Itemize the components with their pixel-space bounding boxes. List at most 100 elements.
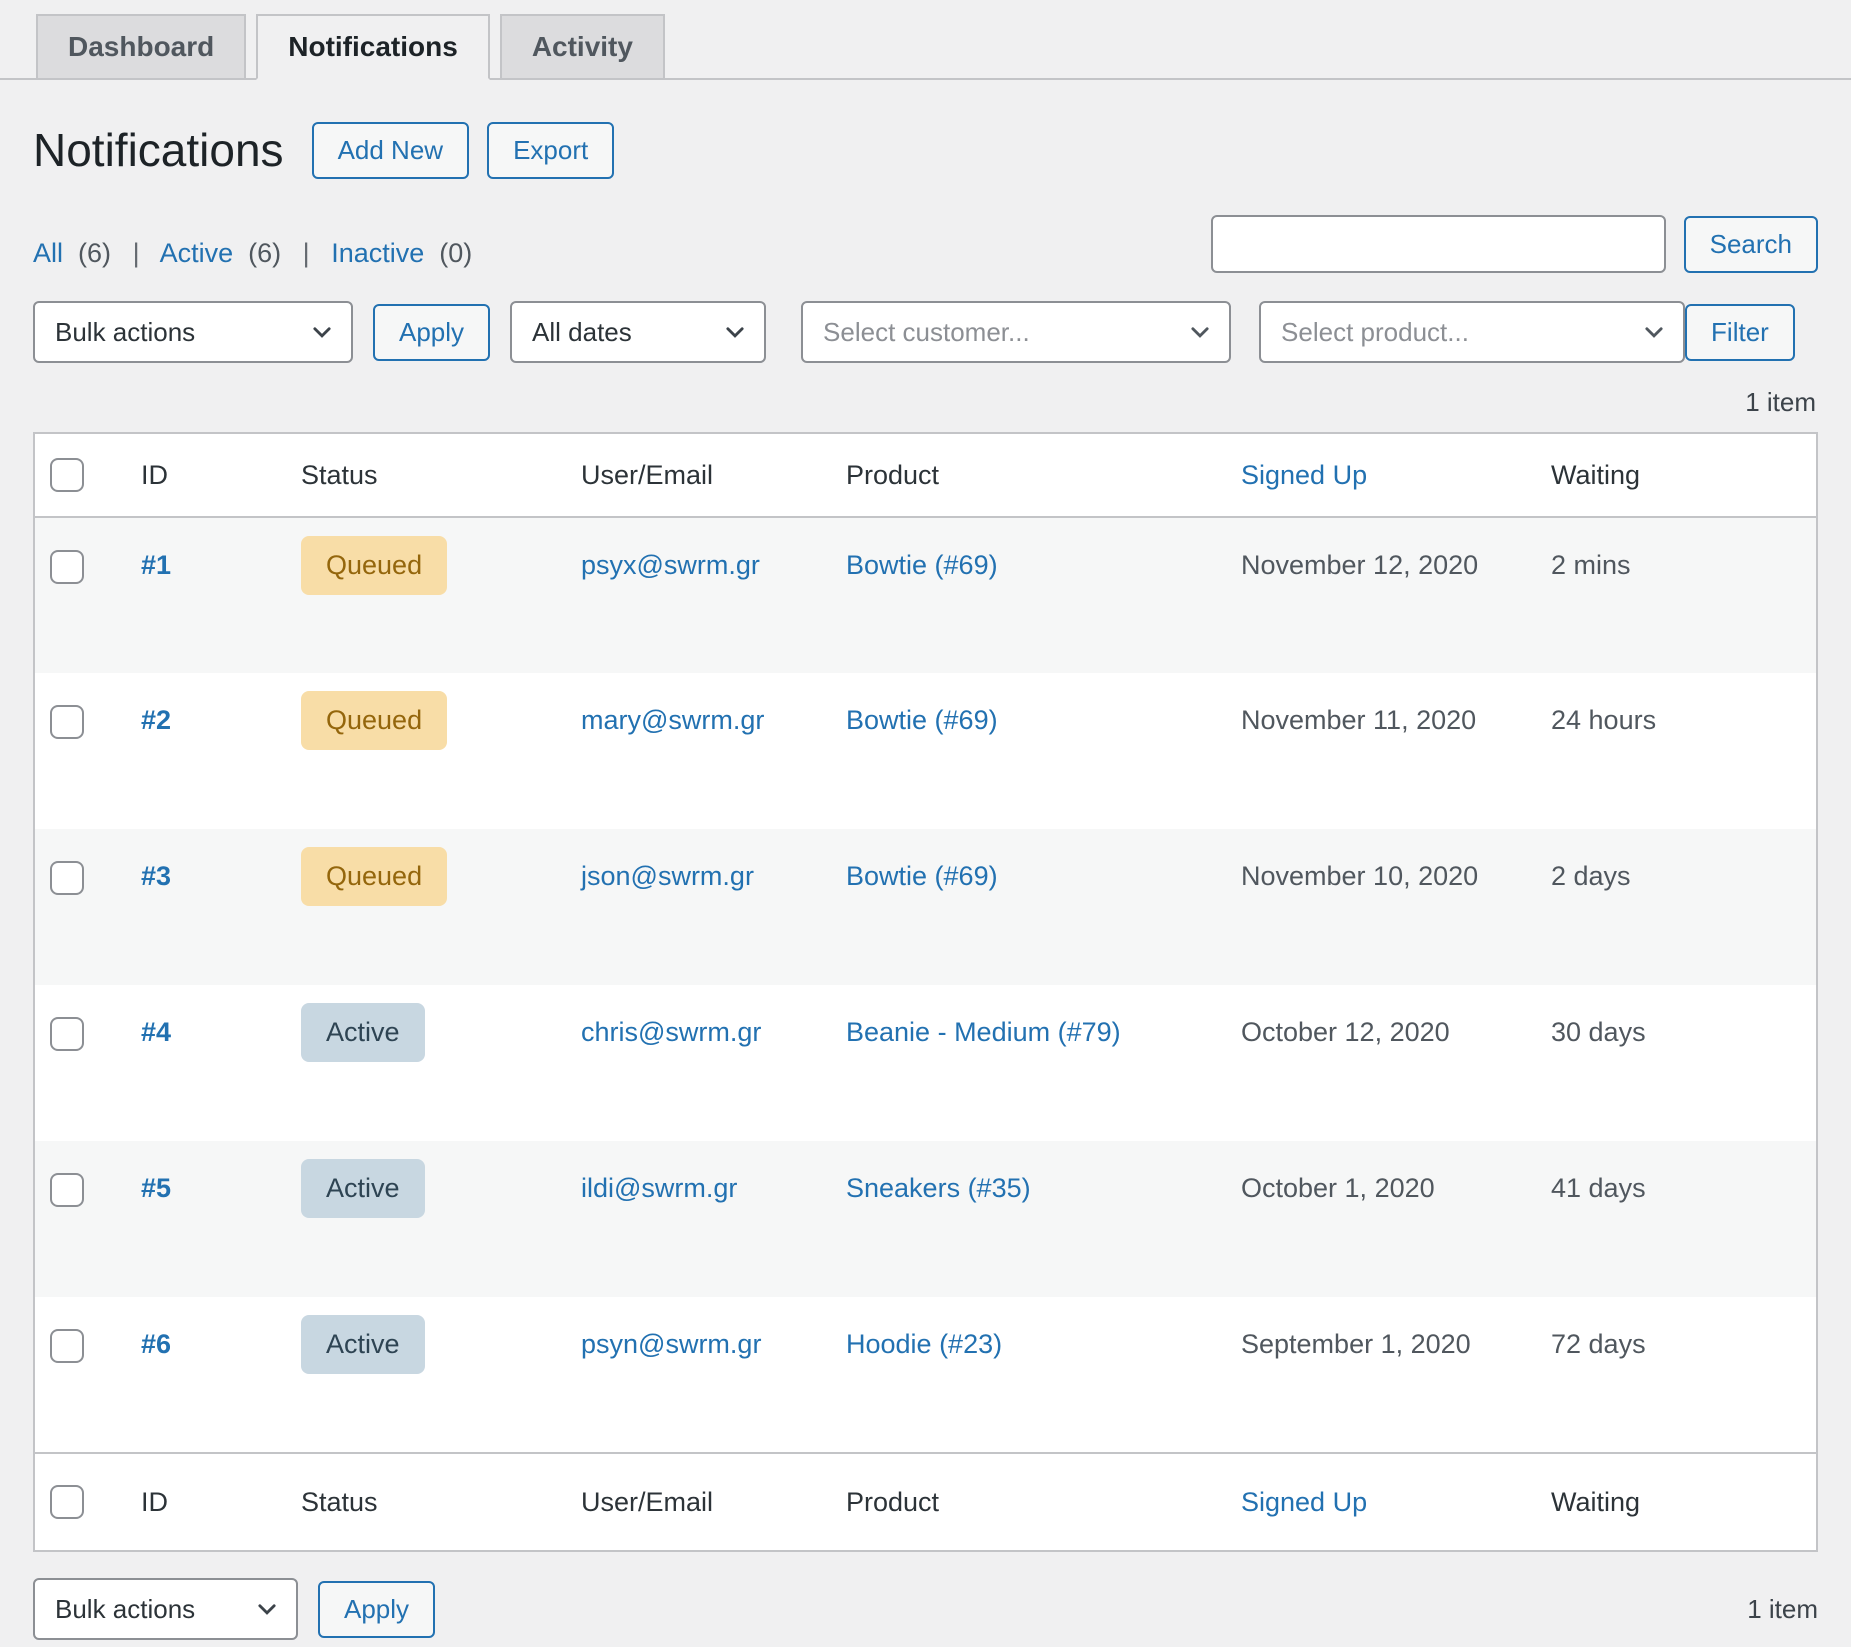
view-count-all-value: (6) (78, 238, 111, 268)
column-footer-user-email: User/Email (561, 1453, 826, 1551)
view-link-active[interactable]: Active (160, 238, 234, 268)
view-filter-links: All (6) | Active (6) | Inactive (0) (33, 238, 472, 273)
column-footer-status: Status (281, 1453, 561, 1551)
status-badge: Queued (301, 691, 447, 749)
status-badge: Active (301, 1315, 425, 1373)
add-new-button[interactable]: Add New (312, 122, 470, 179)
filter-button[interactable]: Filter (1685, 304, 1795, 361)
view-separator: | (303, 238, 310, 268)
table-row: #2 Queued mary@swrm.gr Bowtie (#69) Nove… (34, 673, 1817, 829)
column-footer-product: Product (826, 1453, 1221, 1551)
column-footer-signed-up-sort-link[interactable]: Signed Up (1241, 1487, 1367, 1517)
product-link[interactable]: Bowtie (#69) (846, 550, 998, 580)
bulk-actions-select-bottom[interactable]: Bulk actions (33, 1578, 298, 1640)
view-link-inactive[interactable]: Inactive (331, 238, 424, 268)
user-email-link[interactable]: json@swrm.gr (581, 861, 754, 891)
row-id-link[interactable]: #6 (141, 1329, 171, 1359)
tab-notifications[interactable]: Notifications (256, 14, 490, 80)
tab-bar: Dashboard Notifications Activity (0, 0, 1851, 80)
user-email-link[interactable]: chris@swrm.gr (581, 1017, 761, 1047)
apply-button[interactable]: Apply (373, 304, 490, 361)
search-button[interactable]: Search (1684, 216, 1818, 273)
user-email-link[interactable]: psyn@swrm.gr (581, 1329, 761, 1359)
table-row: #6 Active psyn@swrm.gr Hoodie (#23) Sept… (34, 1297, 1817, 1453)
column-header-status: Status (281, 433, 561, 517)
column-header-user-email: User/Email (561, 433, 826, 517)
row-id-link[interactable]: #5 (141, 1173, 171, 1203)
dates-select[interactable]: All dates (510, 301, 766, 363)
chevron-down-icon (1187, 319, 1213, 345)
tab-activity[interactable]: Activity (500, 14, 665, 80)
select-all-checkbox-bottom[interactable] (50, 1485, 84, 1519)
column-header-signed-up-sort-link[interactable]: Signed Up (1241, 460, 1367, 490)
bulk-actions-select[interactable]: Bulk actions (33, 301, 353, 363)
product-select[interactable]: Select product... (1259, 301, 1685, 363)
bulk-actions-bottom-selected-value: Bulk actions (55, 1594, 195, 1625)
product-link[interactable]: Hoodie (#23) (846, 1329, 1002, 1359)
view-count-all (71, 238, 79, 268)
search-input[interactable] (1211, 215, 1666, 273)
product-link[interactable]: Bowtie (#69) (846, 861, 998, 891)
apply-button-bottom[interactable]: Apply (318, 1581, 435, 1638)
status-badge: Queued (301, 847, 447, 905)
tab-dashboard[interactable]: Dashboard (36, 14, 246, 80)
row-checkbox[interactable] (50, 1017, 84, 1051)
table-header: ID Status User/Email Product Signed Up W… (34, 433, 1817, 517)
table-row: #3 Queued json@swrm.gr Bowtie (#69) Nove… (34, 829, 1817, 985)
select-all-checkbox[interactable] (50, 458, 84, 492)
signed-up-date: September 1, 2020 (1241, 1329, 1471, 1359)
chevron-down-icon (722, 319, 748, 345)
filter-row: Bulk actions Apply All dates Select cust… (33, 301, 1818, 363)
export-button[interactable]: Export (487, 122, 614, 179)
product-link[interactable]: Sneakers (#35) (846, 1173, 1031, 1203)
waiting-duration: 2 mins (1551, 550, 1631, 580)
product-link[interactable]: Beanie - Medium (#79) (846, 1017, 1121, 1047)
row-checkbox[interactable] (50, 1329, 84, 1363)
bulk-actions-selected-value: Bulk actions (55, 317, 195, 348)
table-row: #5 Active ildi@swrm.gr Sneakers (#35) Oc… (34, 1141, 1817, 1297)
notifications-table-body: #1 Queued psyx@swrm.gr Bowtie (#69) Nove… (34, 517, 1817, 1453)
product-link[interactable]: Bowtie (#69) (846, 705, 998, 735)
signed-up-date: October 12, 2020 (1241, 1017, 1450, 1047)
column-footer-waiting: Waiting (1531, 1453, 1817, 1551)
table-row: #1 Queued psyx@swrm.gr Bowtie (#69) Nove… (34, 517, 1817, 673)
row-id-link[interactable]: #2 (141, 705, 171, 735)
chevron-down-icon (254, 1596, 280, 1622)
chevron-down-icon (1641, 319, 1667, 345)
item-count-top: 1 item (33, 387, 1816, 418)
status-badge: Active (301, 1003, 425, 1061)
column-header-id: ID (121, 433, 281, 517)
product-select-placeholder: Select product... (1281, 317, 1469, 348)
customer-select-placeholder: Select customer... (823, 317, 1030, 348)
waiting-duration: 24 hours (1551, 705, 1656, 735)
column-header-waiting: Waiting (1531, 433, 1817, 517)
bottom-controls: Bulk actions Apply 1 item (33, 1578, 1818, 1640)
page-title: Notifications (33, 125, 284, 176)
row-checkbox[interactable] (50, 550, 84, 584)
search-box: Search (1211, 215, 1818, 273)
signed-up-date: October 1, 2020 (1241, 1173, 1435, 1203)
row-checkbox[interactable] (50, 861, 84, 895)
title-row: Notifications Add New Export (33, 122, 1818, 179)
column-header-product: Product (826, 433, 1221, 517)
views-search-row: All (6) | Active (6) | Inactive (0) Sear… (33, 215, 1818, 273)
user-email-link[interactable]: psyx@swrm.gr (581, 550, 760, 580)
view-link-all[interactable]: All (33, 238, 63, 268)
waiting-duration: 30 days (1551, 1017, 1646, 1047)
row-id-link[interactable]: #1 (141, 550, 171, 580)
row-checkbox[interactable] (50, 1173, 84, 1207)
user-email-link[interactable]: ildi@swrm.gr (581, 1173, 737, 1203)
row-id-link[interactable]: #3 (141, 861, 171, 891)
row-checkbox[interactable] (50, 705, 84, 739)
item-count-bottom: 1 item (1747, 1594, 1818, 1625)
view-count-active-value: (6) (248, 238, 281, 268)
waiting-duration: 41 days (1551, 1173, 1646, 1203)
signed-up-date: November 10, 2020 (1241, 861, 1478, 891)
customer-select[interactable]: Select customer... (801, 301, 1231, 363)
user-email-link[interactable]: mary@swrm.gr (581, 705, 764, 735)
status-badge: Active (301, 1159, 425, 1217)
row-id-link[interactable]: #4 (141, 1017, 171, 1047)
chevron-down-icon (309, 319, 335, 345)
signed-up-date: November 11, 2020 (1241, 705, 1476, 735)
notifications-table: ID Status User/Email Product Signed Up W… (33, 432, 1818, 1552)
